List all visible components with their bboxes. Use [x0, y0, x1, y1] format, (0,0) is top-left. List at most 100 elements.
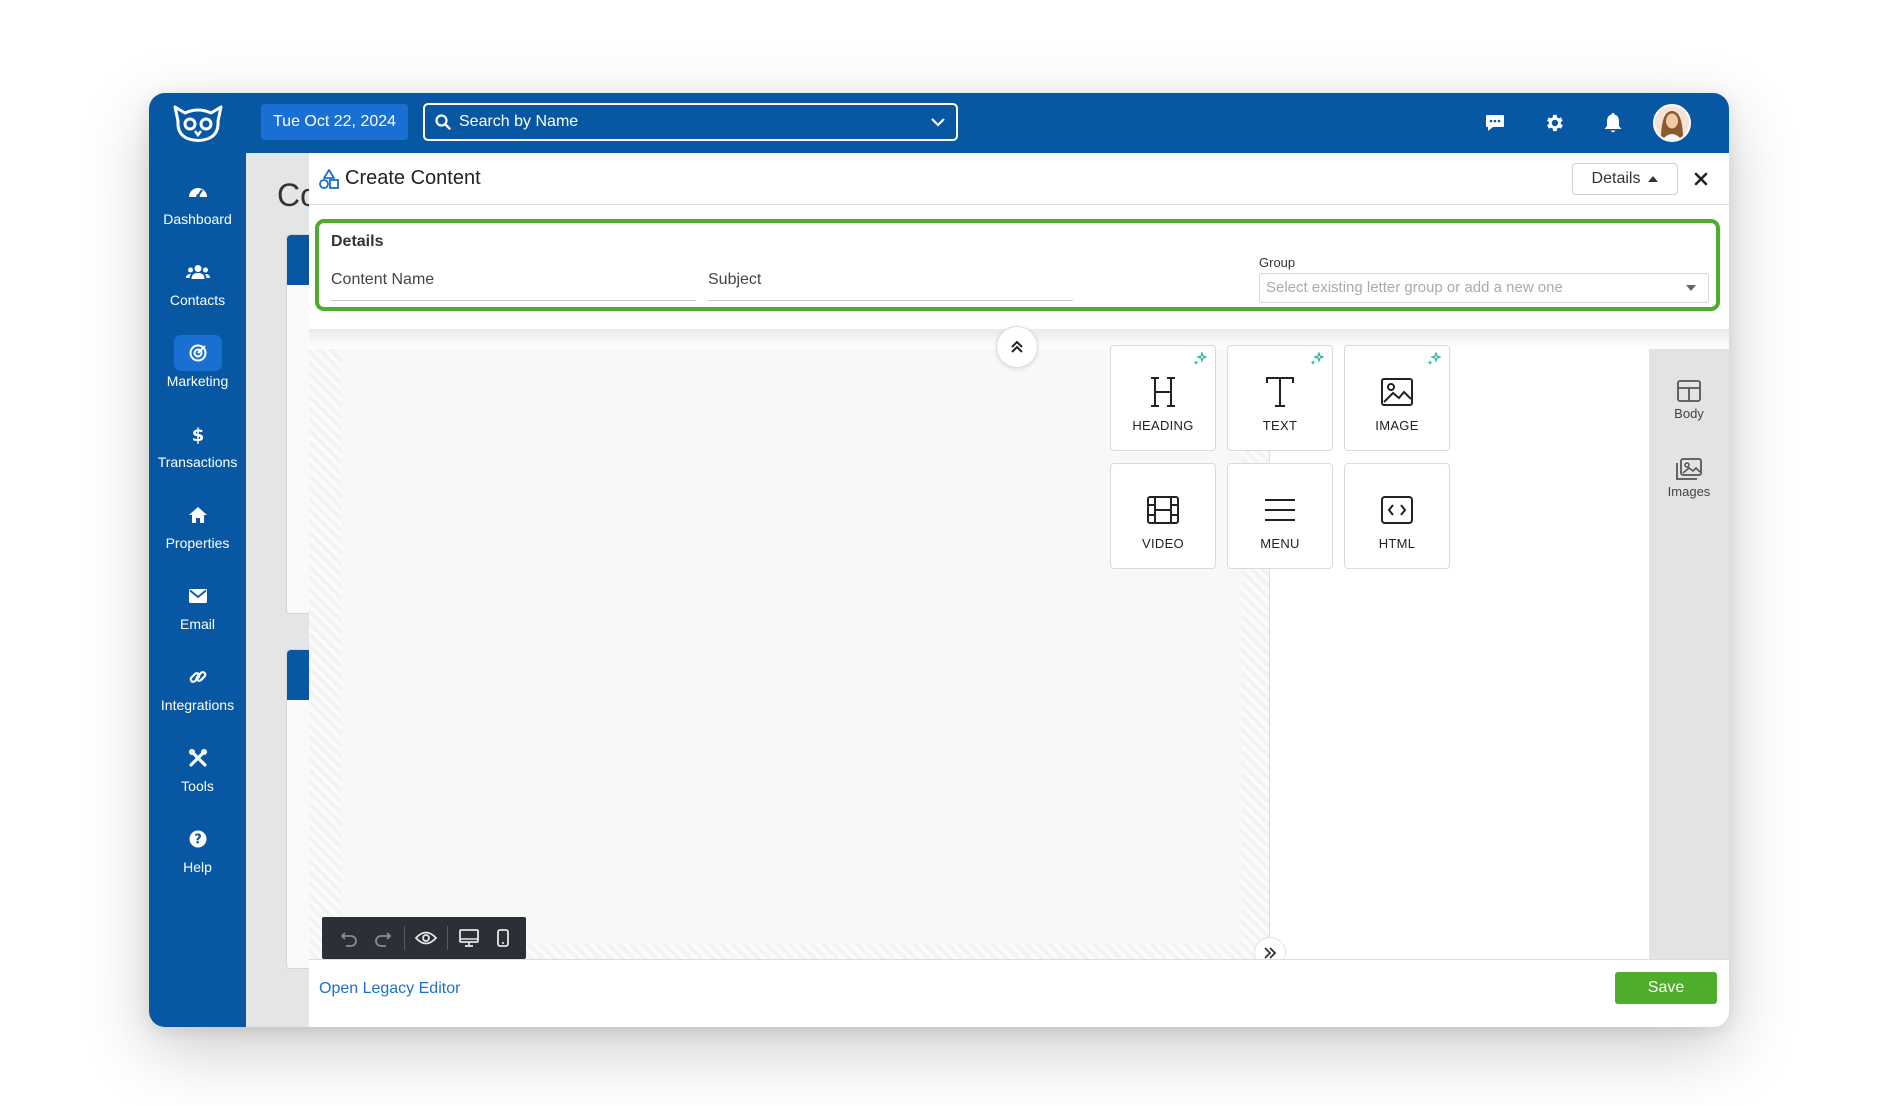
sidebar-item-marketing[interactable]: Marketing: [149, 335, 246, 399]
content-name-placeholder: Content Name: [331, 271, 435, 288]
details-heading: Details: [331, 233, 384, 250]
block-label: MENU: [1260, 536, 1300, 551]
collapse-details-button[interactable]: [996, 326, 1038, 368]
sidebar-item-integrations[interactable]: Integrations: [149, 659, 246, 723]
heading-block[interactable]: HEADING: [1110, 345, 1216, 451]
svg-text:?: ?: [194, 833, 202, 848]
close-icon: [1694, 172, 1708, 186]
sidebar-item-contacts[interactable]: Contacts: [149, 254, 246, 318]
right-tool-rail: Body Images: [1649, 349, 1729, 959]
home-icon: [174, 497, 222, 533]
video-icon: [1111, 484, 1215, 536]
block-label: IMAGE: [1375, 418, 1419, 433]
sidebar-item-properties[interactable]: Properties: [149, 497, 246, 561]
block-label: TEXT: [1262, 418, 1298, 433]
group-placeholder: Select existing letter group or add a ne…: [1266, 279, 1563, 296]
modal-header: Create Content Details: [309, 153, 1729, 205]
caret-up-icon: [1648, 176, 1659, 182]
save-button[interactable]: Save: [1615, 972, 1717, 1004]
group-select[interactable]: Select existing letter group or add a ne…: [1259, 273, 1709, 303]
menu-icon: [1228, 484, 1332, 536]
chat-icon[interactable]: [1481, 109, 1509, 137]
sidebar-label: Integrations: [160, 697, 235, 713]
search-icon: [435, 114, 451, 130]
dollar-icon: $: [174, 416, 222, 452]
canvas-toolbar: [322, 917, 526, 959]
svg-text:$: $: [191, 425, 204, 444]
sidebar-item-tools[interactable]: Tools: [149, 740, 246, 804]
html-block[interactable]: HTML: [1344, 463, 1450, 569]
video-block[interactable]: VIDEO: [1110, 463, 1216, 569]
subject-placeholder: Subject: [708, 271, 762, 288]
content-name-input[interactable]: Content Name: [331, 271, 696, 301]
html-icon: [1345, 484, 1449, 536]
shapes-icon: [319, 168, 339, 189]
subject-input[interactable]: Subject: [708, 271, 1073, 301]
sidebar-item-transactions[interactable]: $ Transactions: [149, 416, 246, 480]
app-window: Tue Oct 22, 2024 Search by Name Dashboar…: [149, 93, 1729, 1027]
mobile-view-button[interactable]: [486, 917, 520, 959]
desktop-icon: [459, 929, 479, 947]
text-icon: [1228, 366, 1332, 418]
block-label: HTML: [1378, 536, 1416, 551]
sidebar-label: Dashboard: [163, 211, 232, 227]
modal-footer: Open Legacy Editor Save: [309, 959, 1729, 1027]
target-icon: [173, 335, 222, 371]
users-icon: [174, 254, 222, 290]
redo-icon: [375, 932, 392, 947]
image-block[interactable]: IMAGE: [1344, 345, 1450, 451]
text-block[interactable]: TEXT: [1227, 345, 1333, 451]
rail-item-images[interactable]: Images: [1649, 457, 1729, 499]
sidebar-label: Help: [183, 859, 212, 875]
sidebar-item-email[interactable]: Email: [149, 578, 246, 642]
details-toggle-button[interactable]: Details: [1572, 163, 1678, 195]
user-avatar[interactable]: [1653, 104, 1691, 142]
ai-sparkle-icon: [1193, 352, 1207, 365]
envelope-icon: [174, 578, 222, 614]
sidebar-item-help[interactable]: ? Help: [149, 821, 246, 885]
modal-title: Create Content: [319, 167, 481, 190]
desktop-view-button[interactable]: [452, 917, 486, 959]
search-dropdown[interactable]: Search by Name: [423, 103, 958, 141]
close-button[interactable]: [1689, 167, 1713, 191]
undo-button[interactable]: [332, 917, 366, 959]
date-display[interactable]: Tue Oct 22, 2024: [261, 104, 409, 140]
sidebar-item-dashboard[interactable]: Dashboard: [149, 173, 246, 237]
modal-title-text: Create Content: [345, 167, 481, 189]
owl-logo-icon[interactable]: [149, 93, 246, 153]
heading-icon: [1111, 366, 1215, 418]
question-icon: ?: [174, 821, 222, 857]
ai-sparkle-icon: [1427, 352, 1441, 365]
sidebar-label: Marketing: [166, 373, 229, 389]
preview-button[interactable]: [409, 917, 443, 959]
redo-button[interactable]: [366, 917, 400, 959]
gear-icon[interactable]: [1540, 109, 1568, 137]
caret-down-icon: [1686, 285, 1696, 291]
block-label: VIDEO: [1142, 536, 1184, 551]
bell-icon[interactable]: [1599, 109, 1627, 137]
email-canvas[interactable]: [341, 349, 1241, 943]
sidebar-label: Contacts: [169, 292, 226, 308]
images-icon: [1676, 458, 1702, 480]
search-placeholder: Search by Name: [459, 113, 579, 130]
mobile-icon: [497, 929, 509, 947]
open-legacy-editor-link[interactable]: Open Legacy Editor: [319, 980, 460, 998]
rail-item-body[interactable]: Body: [1649, 379, 1729, 421]
eye-icon: [415, 931, 437, 945]
block-label: HEADING: [1132, 418, 1194, 433]
image-icon: [1345, 366, 1449, 418]
sidebar-label: Email: [179, 616, 215, 632]
menu-block[interactable]: MENU: [1227, 463, 1333, 569]
double-chevron-up-icon: [1011, 340, 1023, 353]
details-panel: Details Content Name Subject Group Selec…: [315, 219, 1720, 311]
chevron-down-icon: [931, 118, 945, 127]
group-label: Group: [1259, 255, 1296, 270]
top-bar: Tue Oct 22, 2024 Search by Name: [149, 93, 1729, 153]
create-content-modal: Create Content Details Details Content N…: [309, 153, 1729, 1027]
link-icon: [174, 659, 222, 695]
sidebar-label: Transactions: [157, 454, 238, 470]
ai-sparkle-icon: [1310, 352, 1324, 365]
sidebar-label: Properties: [165, 535, 230, 551]
rail-label: Body: [1674, 406, 1704, 421]
details-button-label: Details: [1591, 170, 1641, 187]
